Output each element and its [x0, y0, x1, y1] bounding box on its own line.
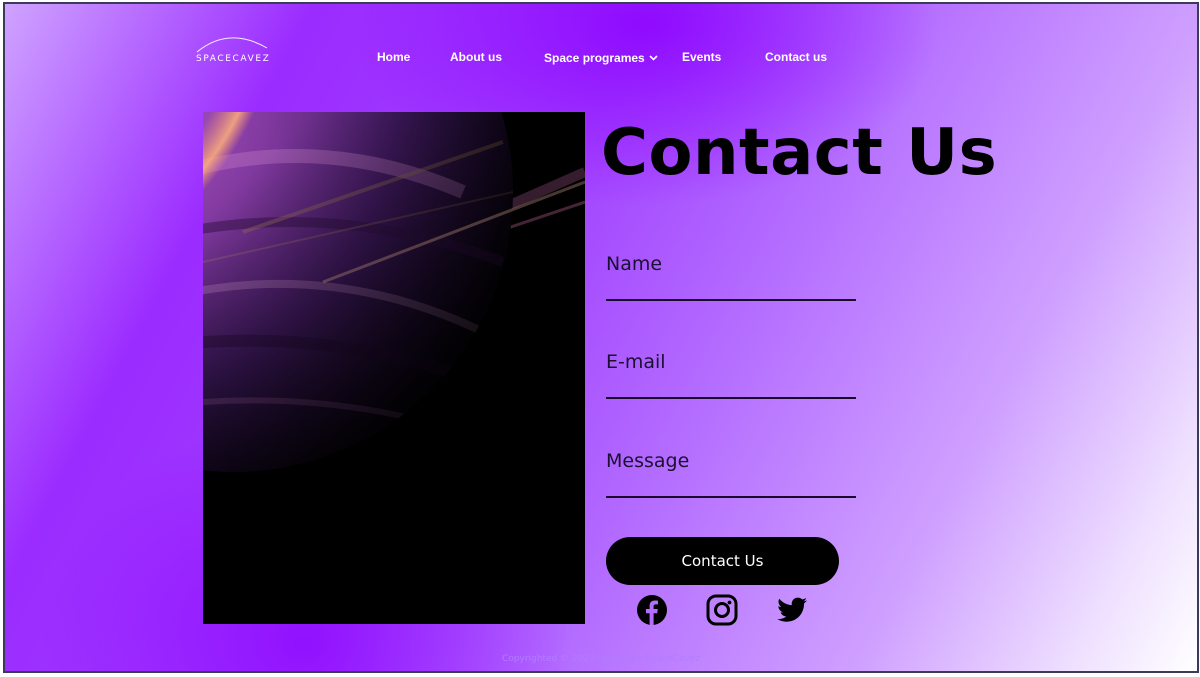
planet-image: [203, 112, 585, 624]
nav-space-programes-label: Space programes: [544, 51, 645, 65]
facebook-icon[interactable]: [636, 594, 668, 626]
nav-home[interactable]: Home: [377, 50, 410, 64]
email-label: E-mail: [606, 351, 666, 373]
nav-about-us[interactable]: About us: [450, 50, 502, 64]
message-underline: [606, 496, 856, 498]
brand-name: SPACECAVEZ: [196, 54, 271, 64]
email-underline: [606, 397, 856, 399]
nav-space-programes[interactable]: Space programes: [544, 50, 658, 65]
logo-arc-icon: [196, 37, 268, 53]
email-field[interactable]: E-mail: [606, 351, 856, 399]
nav-events[interactable]: Events: [682, 50, 721, 64]
brand-logo[interactable]: SPACECAVEZ: [193, 32, 273, 68]
name-label: Name: [606, 253, 663, 275]
instagram-icon[interactable]: [706, 594, 738, 626]
page-frame: SPACECAVEZ Home About us Space programes…: [3, 2, 1199, 673]
twitter-icon[interactable]: [776, 594, 808, 626]
name-field[interactable]: Name: [606, 253, 856, 301]
nav-contact-us[interactable]: Contact us: [765, 50, 827, 64]
contact-submit-button[interactable]: Contact Us: [606, 537, 839, 585]
name-underline: [606, 299, 856, 301]
message-field[interactable]: Message: [606, 450, 856, 498]
message-label: Message: [606, 450, 690, 472]
page-title: Contact Us: [601, 116, 998, 190]
chevron-down-icon: [649, 50, 658, 64]
footer-copyright: Copyrighted © 2023 upload by SpaceCavez: [502, 654, 700, 664]
